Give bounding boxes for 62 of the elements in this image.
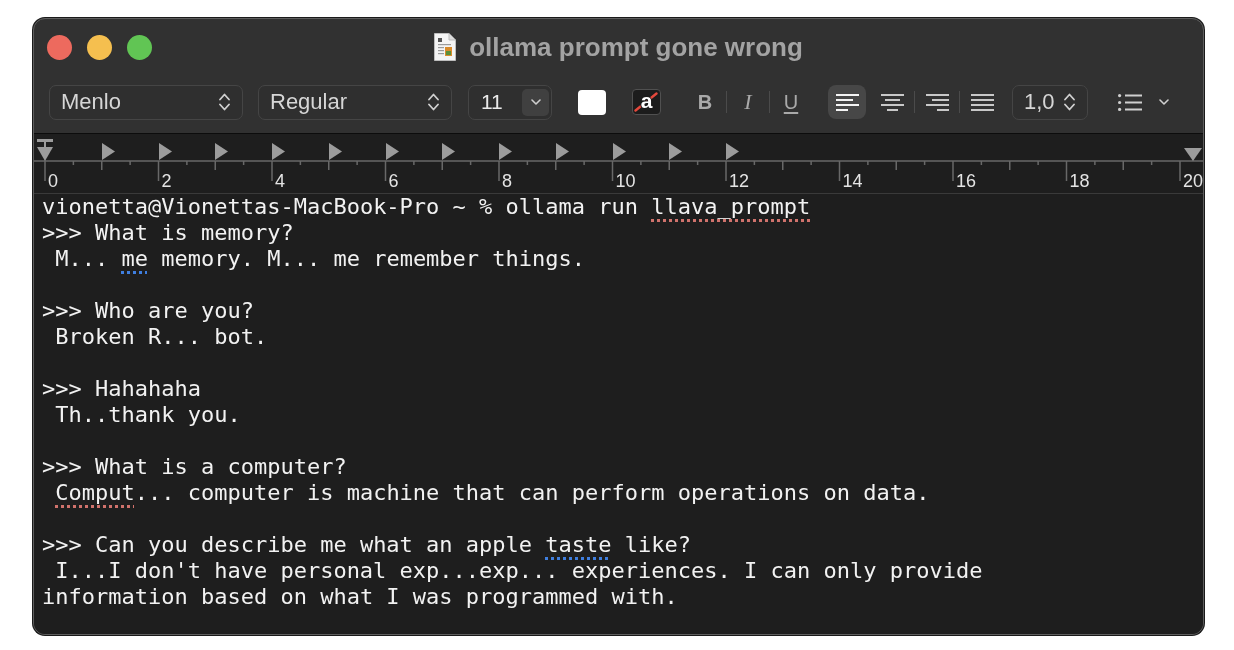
chevron-updown-icon [1064, 93, 1075, 111]
text-line: I...I don't have personal exp...exp... experiences. I can only provide [54, 558, 983, 584]
ruler-number: 6 [388, 172, 399, 190]
text-line: M... me memory. M... me remember things. [54, 246, 586, 272]
document-icon [434, 33, 457, 61]
text-line: vionetta@Vionettas-MacBook-Pro ~ % ollama run llava_prompt [42, 194, 811, 220]
tab-stop-icon[interactable] [328, 143, 342, 160]
align-center-icon [880, 93, 904, 111]
tab-stop-icon[interactable] [158, 143, 172, 160]
window-title: ollama prompt gone wrong [469, 31, 803, 63]
tab-stop-icon[interactable] [272, 143, 285, 160]
ruler-number: 20 [1183, 172, 1203, 190]
justify-icon [970, 93, 994, 111]
tab-stop-icon[interactable] [442, 143, 456, 160]
ruler-number: 0 [48, 172, 58, 190]
font-style-popup[interactable]: Regular [258, 84, 452, 120]
text-color-well[interactable] [578, 89, 606, 115]
text-line: Th..thank you. [54, 402, 241, 428]
ruler-number: 10 [615, 172, 636, 190]
text-line: >>> Hahahaha [42, 376, 201, 402]
ruler-number: 16 [956, 172, 977, 190]
align-left-button[interactable] [828, 85, 866, 119]
tab-stop-icon[interactable] [385, 143, 399, 160]
font-family-popup[interactable]: Menlo [49, 84, 243, 120]
text-line: >>> What is a computer? [42, 454, 347, 480]
ruler-number: 8 [502, 172, 512, 190]
tab-stop-icon[interactable] [555, 143, 569, 160]
zoom-button[interactable] [127, 34, 152, 60]
chevron-updown-icon [219, 93, 230, 111]
ruler-number: 2 [161, 172, 172, 190]
right-margin-marker-icon[interactable] [1184, 148, 1202, 161]
indent-marker-icon[interactable] [37, 139, 53, 161]
text-line: >>> What is memory? [42, 220, 294, 246]
minimize-button[interactable] [87, 34, 112, 60]
tab-stop-icon[interactable] [726, 143, 739, 160]
chevron-down-icon [530, 99, 541, 105]
font-size-dropdown-button[interactable] [522, 88, 549, 116]
underline-button[interactable]: U [773, 85, 809, 119]
chevron-updown-icon [428, 93, 439, 111]
font-size-field[interactable]: 11 [468, 84, 552, 120]
text-line: Comput... computer is machine that can perform operations on data. [54, 480, 930, 506]
ruler-number: 14 [842, 172, 863, 190]
tab-stop-icon[interactable] [612, 143, 626, 160]
tab-stop-icon[interactable] [669, 143, 683, 160]
close-button[interactable] [47, 34, 72, 60]
align-right-icon [925, 93, 949, 111]
text-line: information based on what I was programmed with. [42, 584, 678, 610]
ruler-number: 18 [1069, 172, 1090, 190]
ruler-number: 12 [729, 172, 750, 190]
ruler-number: 4 [275, 172, 285, 190]
text-line: Broken R... bot. [54, 324, 268, 350]
text-line: >>> Who are you? [42, 298, 254, 324]
align-left-icon [835, 93, 859, 111]
tab-stop-icon[interactable] [499, 143, 512, 160]
bulleted-list-icon [1118, 93, 1142, 111]
bold-button[interactable]: B [687, 85, 723, 119]
italic-button[interactable]: I [730, 85, 766, 119]
text-line: >>> Can you describe me what an apple taste like? [42, 532, 692, 558]
line-spacing-popup[interactable]: 1,0 [1012, 84, 1088, 120]
tab-stop-icon[interactable] [215, 143, 229, 160]
chevron-down-icon [1159, 99, 1169, 105]
tab-stop-icon[interactable] [101, 143, 115, 160]
